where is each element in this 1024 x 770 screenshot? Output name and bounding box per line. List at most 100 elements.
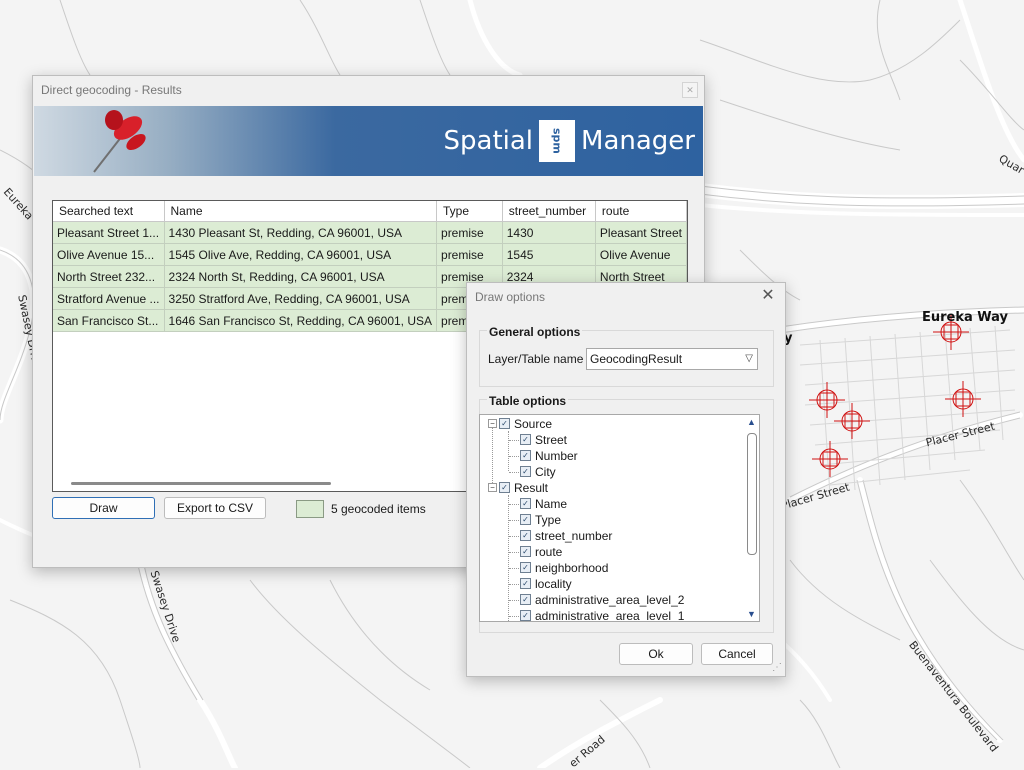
collapse-icon[interactable]: − [488, 419, 497, 429]
table-options-title: Table options [487, 394, 569, 408]
checkbox-checked-icon[interactable]: ✓ [520, 546, 531, 558]
geocoded-legend-swatch [296, 500, 324, 518]
drawopts-close-icon[interactable]: ✕ [759, 287, 777, 305]
checkbox-checked-icon[interactable]: ✓ [520, 498, 531, 510]
tree-node-label: Number [535, 449, 578, 463]
tree-connector [508, 431, 509, 471]
layer-name-value: GeocodingResult [590, 352, 683, 366]
tree-node-field[interactable]: ✓ route [520, 544, 562, 560]
checkbox-checked-icon[interactable]: ✓ [520, 514, 531, 526]
tree-node-field[interactable]: ✓ neighborhood [520, 560, 608, 576]
table-cell: 1646 San Francisco St, Redding, CA 96001… [164, 309, 438, 332]
table-cell: Olive Avenue 15... [53, 243, 165, 266]
checkbox-checked-icon[interactable]: ✓ [520, 610, 531, 621]
tree-node-field[interactable]: ✓ Number [520, 448, 578, 464]
tree-node-field[interactable]: ✓ street_number [520, 528, 612, 544]
tree-node-label: Street [535, 433, 568, 447]
checkbox-checked-icon[interactable]: ✓ [520, 530, 531, 542]
checkbox-checked-icon[interactable]: ✓ [499, 418, 510, 430]
tree-node-label: neighborhood [535, 561, 609, 575]
column-header[interactable]: Searched text [53, 201, 165, 222]
tree-node-label: route [535, 545, 563, 559]
tree-connector [509, 568, 519, 569]
layer-name-label: Layer/Table name [488, 352, 584, 366]
tree-connector [509, 472, 519, 473]
layer-name-select[interactable]: GeocodingResult ▽ [586, 348, 758, 370]
tree-connector [509, 552, 519, 553]
tree-node-field[interactable]: ✓ locality [520, 576, 572, 592]
checkbox-checked-icon[interactable]: ✓ [520, 594, 531, 606]
brand-left-text: Spatial [443, 126, 534, 156]
tree-connector [509, 616, 519, 617]
geocoded-count-text: 5 geocoded items [331, 502, 426, 516]
tree-node-field[interactable]: ✓ administrative_area_level_2 [520, 592, 684, 608]
column-header[interactable]: Name [164, 201, 438, 222]
draw-options-dialog: Draw options ✕ General options Layer/Tab… [466, 282, 786, 677]
tree-connector [492, 423, 493, 487]
results-titlebar[interactable]: Direct geocoding - Results ✕ [33, 76, 704, 104]
scroll-up-icon[interactable]: ▲ [747, 417, 756, 427]
spm-badge: spm [539, 120, 576, 162]
fields-tree[interactable]: − ✓ Source ✓ Street ✓ Number ✓ City − ✓ Result ✓ N… [479, 414, 760, 622]
checkbox-checked-icon[interactable]: ✓ [520, 578, 531, 590]
tree-connector [509, 600, 519, 601]
scroll-down-icon[interactable]: ▼ [747, 609, 756, 619]
tree-connector [509, 456, 519, 457]
ok-button[interactable]: Ok [619, 643, 693, 665]
table-cell: North Street 232... [53, 265, 165, 288]
table-cell: 3250 Stratford Ave, Redding, CA 96001, U… [164, 287, 438, 310]
checkbox-checked-icon[interactable]: ✓ [499, 482, 510, 494]
tree-node-field[interactable]: ✓ Type [520, 512, 561, 528]
tree-node-field[interactable]: ✓ Name [520, 496, 567, 512]
table-row[interactable]: Olive Avenue 15... 1545 Olive Ave, Reddin… [53, 243, 687, 266]
spatial-manager-banner: Spatial spm Manager [34, 106, 703, 176]
tree-node-label: street_number [535, 529, 613, 543]
tree-vertical-scrollbar[interactable]: ▲ ▼ [744, 415, 759, 621]
scroll-thumb[interactable] [747, 433, 757, 555]
tree-node-field[interactable]: ✓ Street [520, 432, 567, 448]
tree-node-label: Type [535, 513, 562, 527]
column-header[interactable]: Type [436, 201, 503, 222]
checkbox-checked-icon[interactable]: ✓ [520, 450, 531, 462]
table-header-row: Searched text Name Type street_number route [53, 201, 687, 222]
chevron-down-icon: ▽ [745, 353, 753, 364]
tree-node-label: Name [535, 497, 568, 511]
resize-grip-icon[interactable]: ⋰ [772, 662, 782, 673]
tree-node-label: Source [514, 417, 553, 431]
draw-button[interactable]: Draw [52, 497, 155, 519]
table-cell: Pleasant Street [595, 221, 687, 244]
tree-node-result[interactable]: − ✓ Result [488, 480, 548, 496]
drawopts-titlebar[interactable]: Draw options ✕ [467, 283, 785, 311]
results-close-icon[interactable]: ✕ [682, 82, 698, 98]
checkbox-checked-icon[interactable]: ✓ [520, 434, 531, 446]
checkbox-checked-icon[interactable]: ✓ [520, 562, 531, 574]
brand-logo: Spatial spm Manager [444, 120, 695, 162]
export-csv-button[interactable]: Export to CSV [164, 497, 266, 519]
checkbox-checked-icon[interactable]: ✓ [520, 466, 531, 478]
collapse-icon[interactable]: − [488, 483, 497, 493]
tree-connector [509, 440, 519, 441]
tree-node-label: City [535, 465, 556, 479]
table-cell: 1430 [502, 221, 596, 244]
table-cell: Stratford Avenue ... [53, 287, 165, 310]
tree-connector [509, 504, 519, 505]
table-cell: 1545 [502, 243, 596, 266]
pushpin-icon [93, 110, 146, 173]
cancel-button[interactable]: Cancel [701, 643, 773, 665]
tree-node-label: locality [535, 577, 572, 591]
horizontal-scrollbar[interactable] [71, 482, 331, 485]
table-cell: Pleasant Street 1... [53, 221, 165, 244]
tree-connector [509, 520, 519, 521]
table-cell: 1545 Olive Ave, Redding, CA 96001, USA [164, 243, 438, 266]
table-cell: premise [436, 243, 503, 266]
results-title: Direct geocoding - Results [41, 83, 182, 97]
tree-node-field[interactable]: ✓ City [520, 464, 556, 480]
tree-node-field[interactable]: ✓ administrative_area_level_1 [520, 608, 684, 621]
tree-node-source[interactable]: − ✓ Source [488, 416, 552, 432]
column-header[interactable]: route [595, 201, 687, 222]
column-header[interactable]: street_number [502, 201, 596, 222]
drawopts-title: Draw options [475, 290, 546, 304]
table-row[interactable]: Pleasant Street 1... 1430 Pleasant St, Re… [53, 221, 687, 244]
tree-connector [509, 536, 519, 537]
table-cell: Olive Avenue [595, 243, 687, 266]
